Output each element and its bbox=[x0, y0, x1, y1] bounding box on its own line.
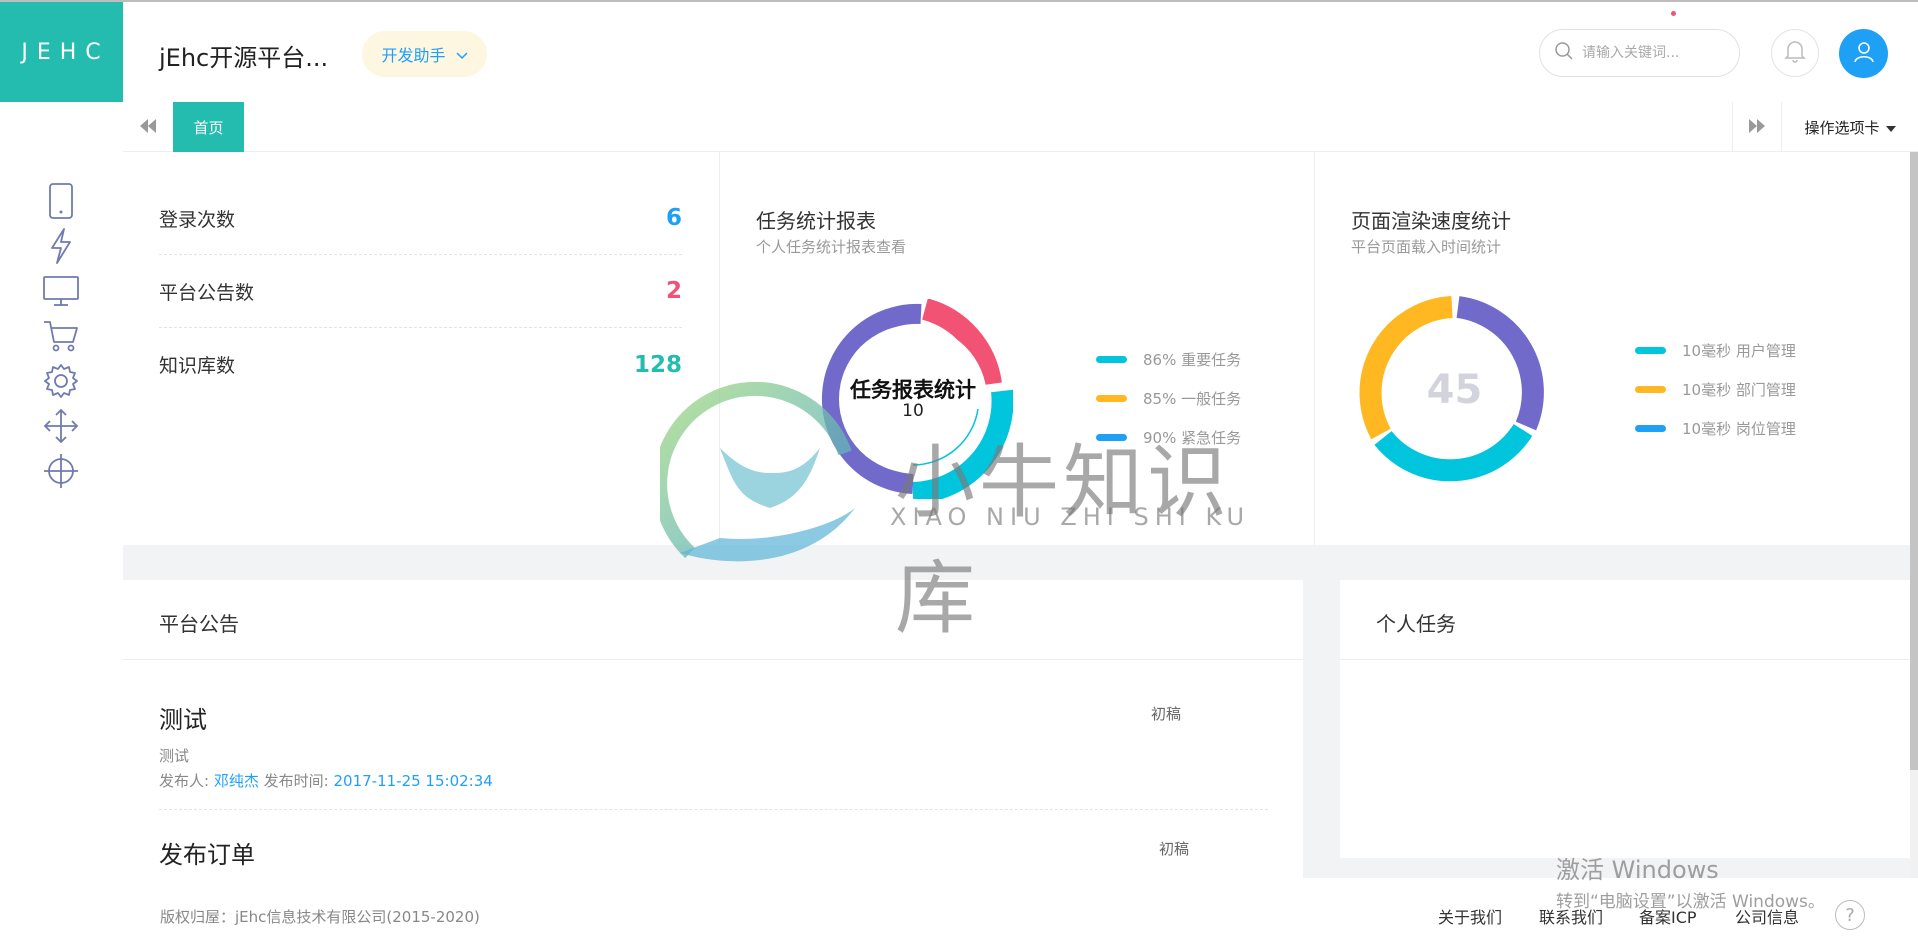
publisher-link[interactable]: 邓纯杰 bbox=[214, 772, 259, 790]
status-badge: 初稿 bbox=[1151, 705, 1182, 723]
caret-down-icon bbox=[1885, 118, 1896, 136]
legend-item: 10毫秒 岗位管理 bbox=[1635, 418, 1796, 439]
announcements-header: 平台公告 bbox=[123, 580, 1303, 660]
task-report-title: 任务统计报表 bbox=[756, 209, 876, 233]
render-center-value: 45 bbox=[1426, 367, 1483, 413]
announcement-meta: 发布人: 邓纯杰 发布时间: 2017-11-25 15:02:34 bbox=[159, 770, 1268, 791]
stat-label: 登录次数 bbox=[159, 208, 236, 231]
legend-swatch bbox=[1096, 395, 1127, 402]
dev-assistant-button[interactable]: 开发助手 bbox=[362, 31, 487, 77]
stat-row-logins: 登录次数 6 bbox=[159, 182, 682, 255]
footer-link-contact[interactable]: 联系我们 bbox=[1539, 904, 1603, 928]
tab-home[interactable]: 首页 bbox=[173, 102, 244, 152]
double-left-icon bbox=[139, 118, 157, 137]
tab-scroll-right-button[interactable] bbox=[1732, 102, 1780, 152]
donut-segment-cyan bbox=[1374, 423, 1533, 482]
announcement-desc: 测试 bbox=[159, 747, 190, 765]
scrollbar-thumb[interactable] bbox=[1910, 152, 1918, 770]
legend-label: 85% 一般任务 bbox=[1143, 390, 1242, 408]
search-box[interactable] bbox=[1539, 29, 1740, 77]
legend-swatch bbox=[1635, 386, 1666, 393]
legend-item: 10毫秒 用户管理 bbox=[1635, 340, 1796, 361]
publish-time: 2017-11-25 15:02:34 bbox=[333, 772, 493, 790]
footer-link-about[interactable]: 关于我们 bbox=[1438, 904, 1502, 928]
copyright: 版权归屋：jEhc信息技术有限公司(2015-2020) bbox=[160, 908, 480, 926]
legend-swatch bbox=[1096, 434, 1127, 441]
notification-dot bbox=[1671, 11, 1676, 16]
monitor-icon[interactable] bbox=[43, 273, 79, 309]
stat-value: 128 bbox=[633, 351, 682, 378]
legend-item: 90% 紧急任务 bbox=[1096, 427, 1241, 448]
tab-operations-dropdown[interactable]: 操作选项卡 bbox=[1781, 102, 1918, 152]
stat-label: 知识库数 bbox=[159, 355, 236, 377]
task-report-card: 任务统计报表 个人任务统计报表查看 任务报表统计 10 86% 重要任务 85%… bbox=[719, 152, 1314, 545]
donut-center-value: 10 bbox=[902, 401, 924, 421]
time-label: 发布时间: bbox=[263, 772, 329, 790]
announcement-title[interactable]: 测试 bbox=[159, 700, 1268, 735]
search-input[interactable] bbox=[1582, 45, 1722, 61]
move-icon[interactable] bbox=[43, 408, 79, 444]
legend-label: 10毫秒 岗位管理 bbox=[1682, 420, 1796, 438]
legend-item: 85% 一般任务 bbox=[1096, 388, 1241, 409]
legend-item: 86% 重要任务 bbox=[1096, 349, 1241, 370]
footer-link-icp[interactable]: 备案ICP bbox=[1639, 904, 1697, 928]
notification-button[interactable] bbox=[1771, 29, 1819, 77]
help-button[interactable]: ? bbox=[1835, 900, 1865, 930]
stats-card: 登录次数 6 平台公告数 2 知识库数 128 bbox=[123, 152, 719, 545]
tab-scroll-left-button[interactable] bbox=[123, 102, 173, 152]
stat-label: 平台公告数 bbox=[159, 281, 255, 304]
lightning-icon[interactable] bbox=[43, 228, 79, 264]
header: jEhc开源平台... 开发助手 bbox=[123, 2, 1918, 102]
user-icon bbox=[1852, 40, 1876, 68]
stat-value: 2 bbox=[665, 278, 682, 304]
crosshair-icon[interactable] bbox=[43, 453, 79, 489]
footer-link-company[interactable]: 公司信息 bbox=[1735, 904, 1799, 928]
render-speed-subtitle: 平台页面载入时间统计 bbox=[1351, 238, 1502, 256]
legend-label: 10毫秒 部门管理 bbox=[1682, 381, 1796, 399]
render-speed-card: 页面渲染速度统计 平台页面载入时间统计 45 10毫秒 用户管理 10毫秒 部门… bbox=[1314, 152, 1910, 545]
sidebar bbox=[0, 102, 123, 950]
status-badge: 初稿 bbox=[1159, 840, 1190, 858]
announcement-title[interactable]: 发布订单 bbox=[159, 835, 1268, 870]
user-avatar-button[interactable] bbox=[1839, 29, 1888, 78]
legend-label: 10毫秒 用户管理 bbox=[1682, 342, 1796, 360]
stat-value: 6 bbox=[665, 205, 682, 231]
publisher-label: 发布人: bbox=[159, 772, 210, 790]
render-speed-title: 页面渲染速度统计 bbox=[1351, 209, 1511, 233]
legend-swatch bbox=[1635, 425, 1666, 432]
list-item[interactable]: 测试 初稿 测试 发布人: 邓纯杰 发布时间: 2017-11-25 15:02… bbox=[159, 700, 1268, 810]
list-item[interactable]: 发布订单 初稿 bbox=[159, 835, 1268, 870]
search-icon bbox=[1554, 41, 1574, 65]
announcements-card: 平台公告 测试 初稿 测试 发布人: 邓纯杰 发布时间: 2017-11-25 … bbox=[123, 580, 1303, 878]
stat-row-announcements: 平台公告数 2 bbox=[159, 255, 682, 328]
tab-operations-label: 操作选项卡 bbox=[1804, 118, 1880, 137]
logo[interactable]: JEHC bbox=[0, 2, 123, 102]
announcements-title: 平台公告 bbox=[159, 612, 239, 636]
tablet-icon[interactable] bbox=[43, 183, 79, 219]
tab-bar: 首页 操作选项卡 bbox=[123, 102, 1918, 152]
personal-tasks-header: 个人任务 bbox=[1340, 580, 1910, 660]
double-right-icon bbox=[1748, 118, 1766, 137]
chevron-down-icon bbox=[455, 45, 468, 64]
gear-icon[interactable] bbox=[43, 363, 79, 399]
personal-tasks-title: 个人任务 bbox=[1376, 612, 1456, 636]
bell-icon bbox=[1784, 39, 1806, 67]
app-title: jEhc开源平台... bbox=[159, 44, 329, 72]
task-report-subtitle: 个人任务统计报表查看 bbox=[756, 238, 907, 256]
personal-tasks-card: 个人任务 bbox=[1340, 580, 1910, 858]
legend-label: 90% 紧急任务 bbox=[1143, 429, 1242, 447]
legend-label: 86% 重要任务 bbox=[1143, 351, 1242, 369]
cart-icon[interactable] bbox=[43, 318, 79, 354]
legend-swatch bbox=[1096, 356, 1127, 363]
dev-assistant-label: 开发助手 bbox=[381, 46, 446, 65]
legend-swatch bbox=[1635, 347, 1666, 354]
legend-item: 10毫秒 部门管理 bbox=[1635, 379, 1796, 400]
stat-row-knowledge: 知识库数 128 bbox=[159, 328, 682, 401]
donut-center-title: 任务报表统计 bbox=[850, 378, 976, 402]
footer: 版权归屋：jEhc信息技术有限公司(2015-2020) 关于我们 联系我们 备… bbox=[123, 878, 1918, 950]
